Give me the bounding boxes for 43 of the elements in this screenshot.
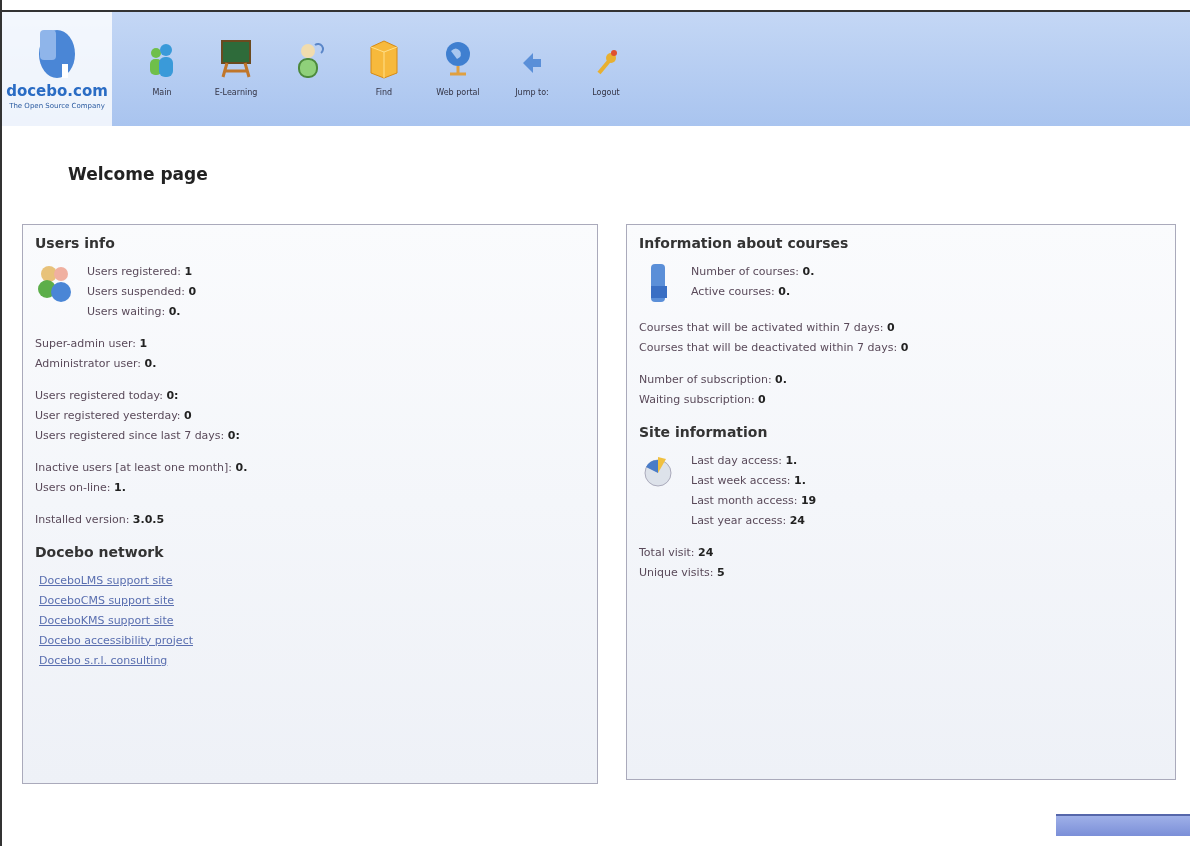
stat-line: Users on-line: 1. bbox=[35, 479, 127, 496]
network-link[interactable]: DoceboCMS support site bbox=[39, 590, 174, 611]
nav-item[interactable]: E-Learning bbox=[210, 39, 262, 99]
nav-item[interactable]: Web portal bbox=[432, 39, 484, 99]
stat-line: Super-admin user: 1 bbox=[35, 335, 149, 352]
stat-line: Users suspended: 0 bbox=[87, 283, 197, 300]
stat-line: Courses that will be activated within 7 days: 0 bbox=[639, 319, 896, 336]
section-title: Docebo network bbox=[35, 542, 165, 562]
stat-line: Waiting subscription: 0 bbox=[639, 391, 767, 408]
section-title: Site information bbox=[639, 422, 769, 442]
stat-line: Active courses: 0. bbox=[691, 283, 792, 300]
stat-line: User registered yesterday: 0 bbox=[35, 407, 193, 424]
network-link[interactable]: Docebo s.r.l. consulting bbox=[39, 650, 168, 671]
network-link[interactable]: Docebo accessibility project bbox=[39, 630, 193, 651]
footer-button[interactable] bbox=[1056, 813, 1190, 836]
nav-item[interactable]: Main bbox=[136, 39, 188, 99]
stat-line: Number of subscription: 0. bbox=[639, 371, 788, 388]
nav-item[interactable]: Find bbox=[358, 39, 410, 99]
box-icon bbox=[367, 39, 401, 79]
section-title: Information about courses bbox=[639, 233, 850, 253]
page-title: Welcome page bbox=[68, 163, 209, 186]
stat-line: Last year access: 24 bbox=[691, 512, 807, 529]
chalkboard-icon bbox=[219, 39, 253, 79]
stat-line: Last day access: 1. bbox=[691, 452, 799, 469]
stat-line: Last week access: 1. bbox=[691, 472, 807, 489]
stat-line: Users waiting: 0. bbox=[87, 303, 182, 320]
stat-line: Unique visits: 5 bbox=[639, 564, 726, 581]
section-title: Users info bbox=[35, 233, 116, 253]
stat-line: Users registered since last 7 days: 0: bbox=[35, 427, 241, 444]
logo-text: docebo.com bbox=[6, 82, 108, 102]
stat-line: Installed version: 3.0.5 bbox=[35, 511, 166, 528]
stat-line: Users registered: 1 bbox=[87, 263, 194, 280]
stat-line: Last month access: 19 bbox=[691, 492, 817, 509]
stat-line: Administrator user: 0. bbox=[35, 355, 158, 372]
stat-line: Total visit: 24 bbox=[639, 544, 715, 561]
stat-line: Number of courses: 0. bbox=[691, 263, 815, 280]
stat-line: Inactive users [at least one month]: 0. bbox=[35, 459, 249, 476]
nav-item[interactable]: Logout bbox=[580, 39, 632, 99]
stat-line: Users registered today: 0: bbox=[35, 387, 180, 404]
network-link[interactable]: DoceboKMS support site bbox=[39, 610, 174, 631]
network-link[interactable]: DoceboLMS support site bbox=[39, 570, 173, 591]
nav-item[interactable]: Jump to: bbox=[506, 39, 558, 99]
stat-line: Courses that will be deactivated within 7 days: 0 bbox=[639, 339, 910, 356]
